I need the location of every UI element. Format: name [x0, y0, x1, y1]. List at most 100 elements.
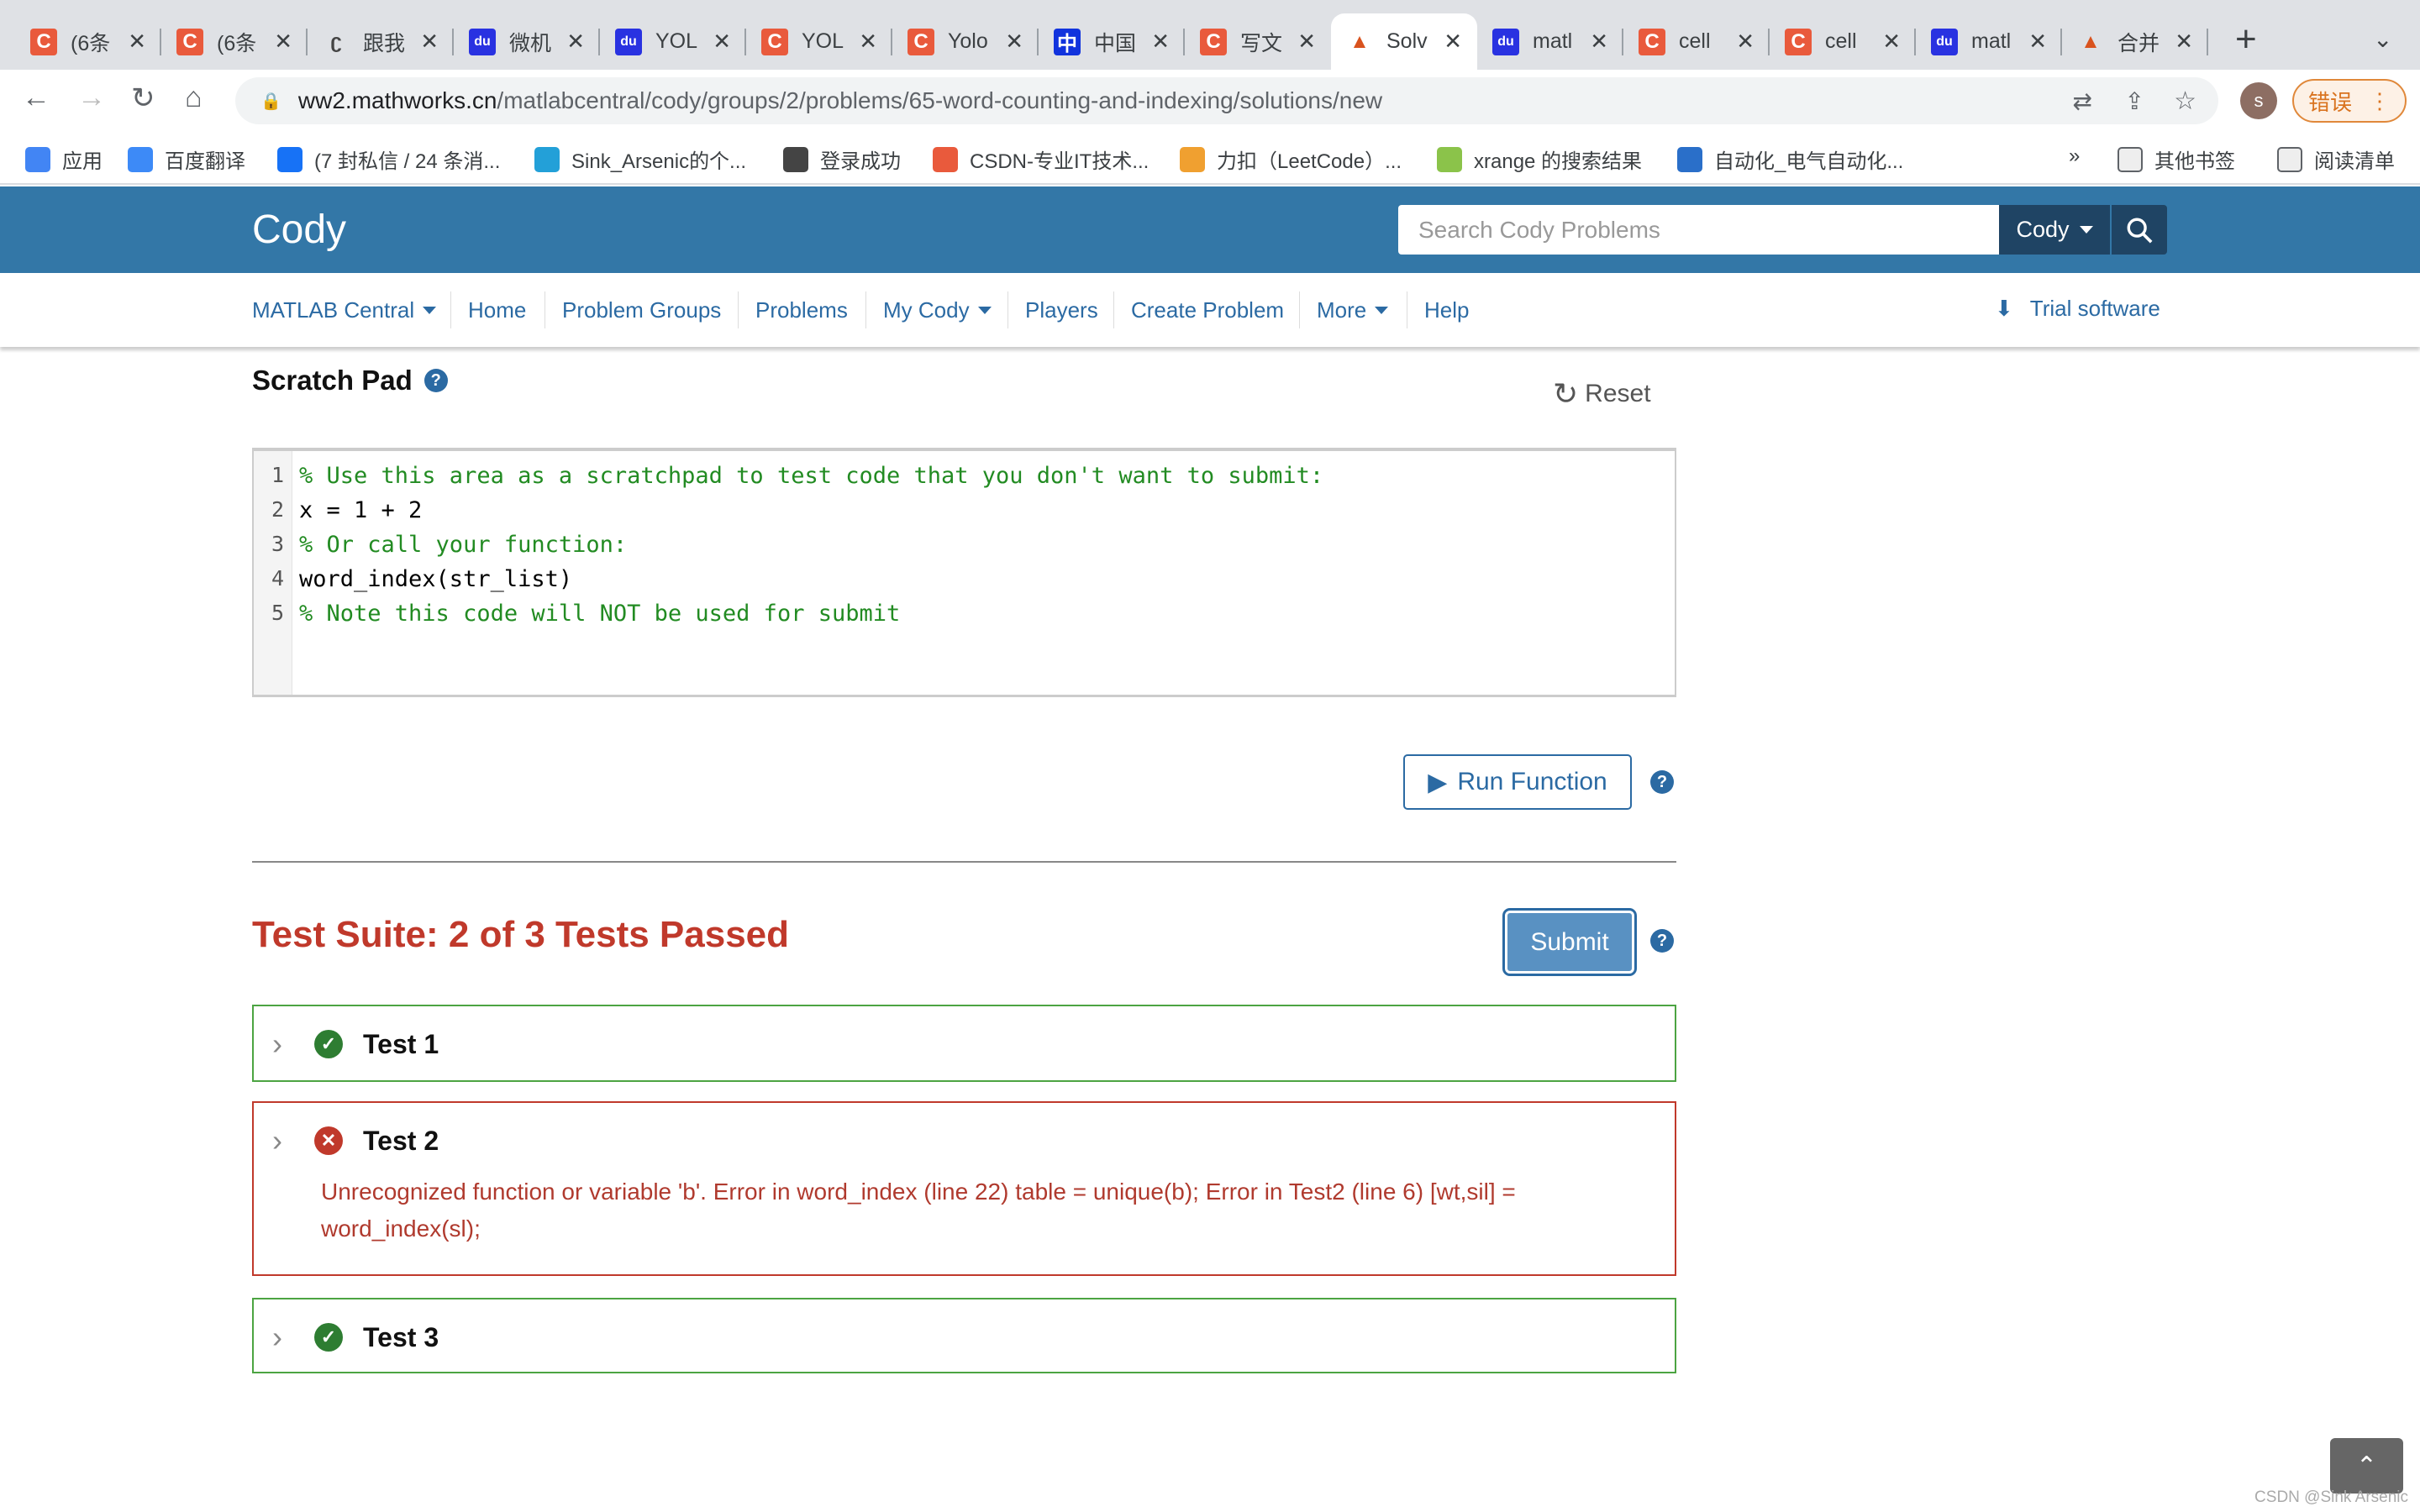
tab[interactable]: 中中国 ✕: [1039, 13, 1185, 70]
test-result-panel[interactable]: › ✓ Test 3: [252, 1298, 1676, 1373]
help-icon[interactable]: ?: [424, 369, 448, 392]
translate-icon[interactable]: ⇄: [2073, 87, 2092, 115]
bookmark-item[interactable]: CSDN-专业IT技术...: [933, 144, 1149, 174]
close-tab-icon[interactable]: ✕: [1444, 29, 1462, 55]
close-tab-icon[interactable]: ✕: [2028, 29, 2047, 55]
nav-item[interactable]: Home: [450, 273, 526, 347]
nav-item[interactable]: Players: [1007, 273, 1098, 347]
bookmark-item[interactable]: 百度翻译: [128, 144, 245, 174]
reload-button[interactable]: ↻: [131, 81, 155, 115]
nav-item[interactable]: Problems: [738, 273, 848, 347]
close-tab-icon[interactable]: ✕: [1590, 29, 1608, 55]
nav-item[interactable]: MATLAB Central: [252, 273, 437, 347]
tab[interactable]: du matl ✕: [1477, 13, 1623, 70]
tab[interactable]: du 微机 ✕: [454, 13, 600, 70]
csdn-icon: C: [1639, 28, 1665, 55]
list-icon: [2277, 146, 2302, 172]
star-icon[interactable]: ☆: [2174, 87, 2196, 116]
tab[interactable]: du YOL ✕: [600, 13, 746, 70]
browser-error-button[interactable]: 错误 ⋮: [2292, 79, 2407, 123]
more-bookmarks-button[interactable]: »: [2069, 144, 2080, 168]
submit-button[interactable]: Submit: [1502, 908, 1637, 976]
close-tab-icon[interactable]: ✕: [1151, 29, 1170, 55]
test-result-panel[interactable]: › ✓ Test 1: [252, 1005, 1676, 1082]
tab[interactable]: Ccell ✕: [1623, 13, 1770, 70]
test-result-panel[interactable]: › ✕ Test 2 Unrecognized function or variabl…: [252, 1101, 1676, 1276]
nav-item[interactable]: Problem Groups: [544, 273, 721, 347]
csdn-icon: C: [30, 28, 57, 55]
close-tab-icon[interactable]: ✕: [1297, 29, 1316, 55]
chevron-right-icon[interactable]: ›: [272, 1123, 294, 1158]
home-button[interactable]: ⌂: [185, 81, 203, 114]
tab[interactable]: Ccell ✕: [1770, 13, 1916, 70]
nav-item[interactable]: Create Problem: [1113, 273, 1284, 347]
code-line: % Note this code will NOT be used for su…: [299, 601, 901, 627]
profile-avatar[interactable]: s: [2240, 82, 2277, 119]
tab-strip: C (6条 ✕ C (6条 ✕ ʗ 跟我 ✕ du 微机 ✕ du YOL ✕ C YOL ✕ C Yolo ✕ 中中国 ✕…: [0, 0, 2420, 70]
run-help-icon[interactable]: ?: [1650, 770, 1674, 794]
chevron-right-icon[interactable]: ›: [272, 1026, 294, 1062]
nav-item-label: More: [1317, 297, 1367, 323]
csdn-icon: C: [176, 28, 203, 55]
reading-list-button[interactable]: 阅读清单: [2277, 144, 2395, 174]
tab[interactable]: C 写文 ✕: [1185, 13, 1331, 70]
tab[interactable]: du matl ✕: [1916, 13, 2062, 70]
translate-icon: [128, 146, 153, 172]
tab[interactable]: ▲ Solv ✕: [1331, 13, 1477, 70]
close-tab-icon[interactable]: ✕: [274, 29, 292, 55]
close-tab-icon[interactable]: ✕: [859, 29, 877, 55]
nav-item[interactable]: More: [1298, 273, 1389, 347]
submit-help-icon[interactable]: ?: [1650, 929, 1674, 953]
bookmark-item[interactable]: 登录成功: [783, 144, 901, 174]
trial-software-link[interactable]: ⬇ Trial software: [1995, 296, 2160, 322]
cody-logo[interactable]: Cody: [252, 207, 346, 253]
new-tab-button[interactable]: +: [2235, 18, 2257, 60]
forward-button[interactable]: →: [77, 81, 106, 114]
close-tab-icon[interactable]: ✕: [1005, 29, 1023, 55]
back-button[interactable]: ←: [22, 81, 50, 114]
close-tab-icon[interactable]: ✕: [2175, 29, 2193, 55]
search-scope-dropdown[interactable]: Cody: [1999, 205, 2110, 255]
search-button[interactable]: [2112, 205, 2167, 255]
close-tab-icon[interactable]: ✕: [713, 29, 731, 55]
code-line: % Use this area as a scratchpad to test …: [299, 463, 1324, 489]
close-tab-icon[interactable]: ✕: [566, 29, 585, 55]
other-bookmarks-folder[interactable]: 其他书签: [2118, 144, 2235, 174]
line-number: 2: [271, 497, 284, 522]
more-bookmarks-button-label: »: [2069, 144, 2081, 167]
scroll-to-top-button[interactable]: ⌃: [2330, 1438, 2403, 1494]
bookmark-item[interactable]: 力扣（LeetCode）...: [1180, 144, 1402, 174]
globe-icon: [783, 146, 808, 172]
tab[interactable]: ʗ 跟我 ✕: [308, 13, 454, 70]
scratch-pad-editor[interactable]: 1 2 3 4 5 % Use this area as a scratchpad to …: [252, 448, 1676, 697]
bookmark-item[interactable]: Sink_Arsenic的个...: [534, 144, 746, 174]
run-function-button[interactable]: ▶ Run Function: [1403, 754, 1632, 810]
close-tab-icon[interactable]: ✕: [420, 29, 439, 55]
download-icon: ⬇: [1995, 296, 2013, 321]
tab[interactable]: C (6条 ✕: [161, 13, 308, 70]
close-tab-icon[interactable]: ✕: [128, 29, 146, 55]
reset-button[interactable]: ↻ Reset: [1553, 376, 1651, 412]
bookmark-item[interactable]: (7 封私信 / 24 条消...: [277, 144, 500, 174]
tab-search-button[interactable]: ⌄: [2373, 25, 2392, 53]
share-icon[interactable]: ⇪: [2125, 87, 2144, 115]
tab[interactable]: C Yolo ✕: [892, 13, 1039, 70]
code-icon: [1437, 146, 1462, 172]
nav-item[interactable]: My Cody: [865, 273, 992, 347]
tab-title: 写文: [1240, 31, 1283, 55]
bookmark-item[interactable]: xrange 的搜索结果: [1437, 144, 1642, 174]
tab[interactable]: C YOL ✕: [746, 13, 892, 70]
test-name: Test 3: [363, 1321, 439, 1352]
nav-item[interactable]: Help: [1406, 273, 1470, 347]
tab[interactable]: C (6条 ✕: [15, 13, 161, 70]
tab[interactable]: ▲ 合并 ✕: [2062, 13, 2208, 70]
address-bar[interactable]: 🔒 ww2.mathworks.cn/matlabcentral/cody/gr…: [235, 77, 2218, 124]
bookmark-item[interactable]: 应用: [25, 144, 103, 174]
search-input[interactable]: [1398, 205, 1999, 255]
nav-item-label: Help: [1424, 297, 1470, 323]
matlab-icon: ▲: [2081, 29, 2101, 53]
chevron-right-icon[interactable]: ›: [272, 1320, 294, 1355]
bookmark-item[interactable]: 自动化_电气自动化...: [1677, 144, 1903, 174]
close-tab-icon[interactable]: ✕: [1882, 29, 1901, 55]
close-tab-icon[interactable]: ✕: [1736, 29, 1754, 55]
